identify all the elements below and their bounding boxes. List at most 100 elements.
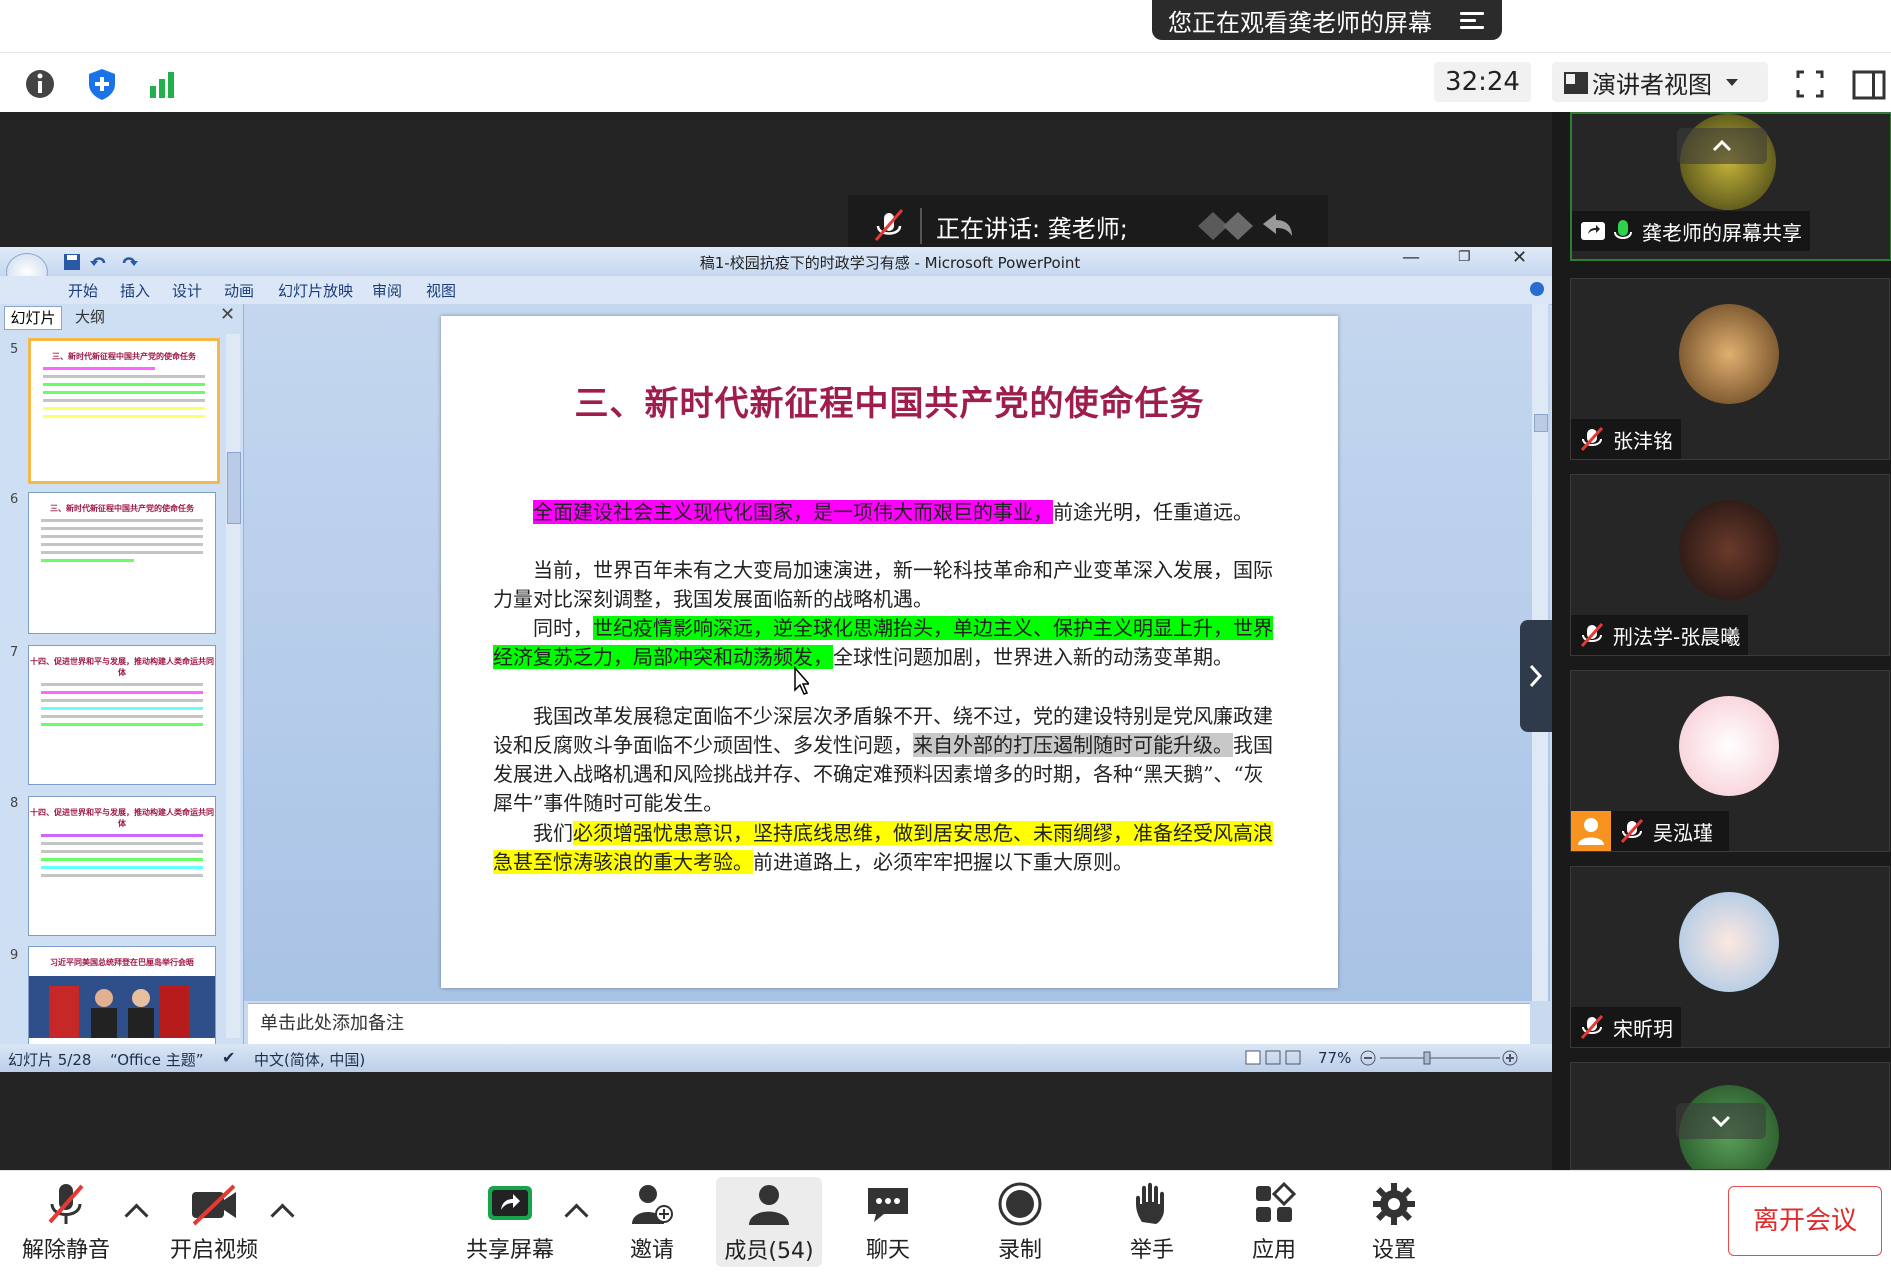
language-label: 中文(简体, 中国): [254, 1051, 366, 1069]
zoom-slider[interactable]: [1360, 1050, 1520, 1066]
mic-muted-icon: [1580, 426, 1604, 452]
slide-paragraph: 我国改革发展稳定面临不少深层次矛盾躲不开、绕不过，党的建设特别是党风廉政建设和反…: [493, 702, 1283, 818]
fullscreen-icon[interactable]: [1790, 64, 1830, 104]
thumbnail-number: 8: [10, 796, 19, 811]
collapse-sidebar-handle[interactable]: [1520, 620, 1552, 732]
paragraph-text: 我们: [533, 821, 573, 845]
scroll-down-button[interactable]: [1676, 1103, 1766, 1139]
thumbnail-title: 十四、促进世界和平与发展，推动构建人类命运共同体: [30, 808, 214, 828]
slide-thumbnail[interactable]: 习近平同美国总统拜登在巴厘岛举行会晤: [28, 946, 216, 1046]
start-video-button[interactable]: 开启视频: [162, 1170, 266, 1273]
participant-tile[interactable]: [1570, 1062, 1890, 1170]
avatar: [1679, 892, 1779, 992]
gear-icon: [1370, 1182, 1418, 1226]
participant-tile[interactable]: 吴泓瑾: [1570, 670, 1890, 852]
panel-close-icon[interactable]: ✕: [220, 304, 235, 325]
side-panel-toggle-icon[interactable]: [1850, 64, 1888, 104]
highlighted-text: 来自外部的打压遏制随时可能升级。: [913, 733, 1233, 757]
participant-tile[interactable]: 张沣铭: [1570, 278, 1890, 460]
paragraph-text: 前进道路上，必须牢牢把握以下重大原则。: [753, 850, 1133, 874]
slide-title: 三、新时代新征程中国共产党的使命任务: [574, 384, 1205, 424]
add-person-icon: [628, 1182, 676, 1226]
participant-label: 龚老师的屏幕共享: [1572, 211, 1810, 251]
settings-label: 设置: [1371, 1238, 1416, 1263]
participant-label: 刑法学-张晨曦: [1571, 615, 1749, 655]
tab-review[interactable]: 审阅: [372, 280, 402, 301]
speaking-text: 正在讲话: 龚老师;: [936, 214, 1128, 243]
hand-icon: [1128, 1182, 1176, 1226]
settings-button[interactable]: 设置: [1346, 1170, 1442, 1273]
restore-icon[interactable]: ❐: [1458, 249, 1471, 265]
participant-tile[interactable]: 宋昕玥: [1570, 866, 1890, 1048]
avatar: [1679, 696, 1779, 796]
leave-meeting-button[interactable]: 离开会议: [1728, 1186, 1882, 1256]
info-icon[interactable]: [20, 64, 60, 104]
tab-insert[interactable]: 插入: [120, 280, 150, 301]
annotation-tools-icon[interactable]: [1188, 206, 1308, 246]
menu-icon[interactable]: [1460, 8, 1484, 30]
viewing-text: 您正在观看龚老师的屏幕: [1168, 8, 1432, 37]
help-icon[interactable]: [1530, 282, 1544, 296]
mic-muted-icon: [1620, 818, 1644, 844]
unmute-button[interactable]: 解除静音: [18, 1170, 114, 1273]
spellcheck-icon[interactable]: ✔: [222, 1048, 235, 1067]
participant-name: 宋昕玥: [1613, 1016, 1673, 1041]
slide-thumbnail[interactable]: 三、新时代新征程中国共产党的使命任务: [28, 338, 220, 484]
participant-label: 宋昕玥: [1571, 1007, 1681, 1047]
security-shield-icon[interactable]: [82, 64, 122, 104]
window-controls[interactable]: — ❐ ✕: [1396, 247, 1552, 276]
participant-tile[interactable]: 龚老师的屏幕共享: [1570, 112, 1891, 261]
signal-stats-icon[interactable]: [142, 64, 182, 104]
invite-label: 邀请: [629, 1238, 674, 1263]
view-buttons[interactable]: [1244, 1048, 1302, 1068]
invite-button[interactable]: 邀请: [604, 1170, 700, 1273]
close-icon[interactable]: ✕: [1512, 247, 1527, 268]
current-slide[interactable]: 三、新时代新征程中国共产党的使命任务 全面建设社会主义现代化国家，是一项伟大而艰…: [441, 316, 1338, 988]
video-label: 开启视频: [169, 1238, 258, 1263]
slide-paragraph: 我们必须增强忧患意识，坚持底线思维，做到居安思危、未雨绸缪，准备经受风高浪急甚至…: [493, 819, 1283, 877]
minimize-icon[interactable]: —: [1402, 247, 1420, 268]
mic-muted-icon: [1580, 1014, 1604, 1040]
chat-button[interactable]: 聊天: [840, 1170, 936, 1273]
apps-button[interactable]: 应用: [1226, 1170, 1322, 1273]
speaker-view-icon: [1564, 72, 1588, 94]
zoom-level[interactable]: 77%: [1318, 1049, 1351, 1067]
thumbnail-title: 十四、促进世界和平与发展，推动构建人类命运共同体: [30, 657, 214, 677]
tab-design[interactable]: 设计: [172, 280, 202, 301]
share-screen-button[interactable]: 共享屏幕: [458, 1170, 562, 1273]
slide-thumbnail[interactable]: 十四、促进世界和平与发展，推动构建人类命运共同体: [28, 796, 216, 936]
participant-label: 张沣铭: [1571, 419, 1681, 459]
tab-view[interactable]: 视图: [426, 280, 456, 301]
record-label: 录制: [997, 1238, 1042, 1263]
notes-pane[interactable]: 单击此处添加备注: [248, 1003, 1530, 1044]
slide-paragraph: 全面建设社会主义现代化国家，是一项伟大而艰巨的事业，前途光明，任重道远。: [493, 498, 1283, 527]
unmute-label: 解除静音: [21, 1238, 110, 1263]
slide-thumbnail[interactable]: 三、新时代新征程中国共产党的使命任务: [28, 492, 216, 634]
scroll-up-button[interactable]: [1677, 128, 1767, 164]
theme-name: “Office 主题”: [110, 1051, 204, 1069]
video-off-icon: [190, 1182, 238, 1226]
members-button[interactable]: 成员(54): [716, 1177, 822, 1267]
thumbnail-title: 三、新时代新征程中国共产党的使命任务: [50, 504, 194, 513]
raise-hand-button[interactable]: 举手: [1104, 1170, 1200, 1273]
powerpoint-titlebar: 稿1-校园抗疫下的时政学习有感 - Microsoft PowerPoint —…: [0, 247, 1552, 291]
tab-slideshow[interactable]: 幻灯片放映: [278, 280, 353, 301]
tab-slides[interactable]: 幻灯片: [4, 306, 62, 330]
participant-label: 吴泓瑾: [1571, 811, 1729, 851]
thumbnail-title: 习近平同美国总统拜登在巴厘岛举行会晤: [50, 958, 194, 967]
tab-animation[interactable]: 动画: [224, 280, 254, 301]
participant-tile[interactable]: 刑法学-张晨曦: [1570, 474, 1890, 656]
apps-icon: [1250, 1181, 1298, 1226]
viewing-indicator[interactable]: 您正在观看龚老师的屏幕: [1152, 0, 1502, 40]
thumbnail-scrollbar[interactable]: [226, 334, 241, 1038]
participant-name: 刑法学-张晨曦: [1613, 624, 1741, 649]
slide-thumbnail[interactable]: 十四、促进世界和平与发展，推动构建人类命运共同体: [28, 645, 216, 785]
tab-outline[interactable]: 大纲: [62, 306, 118, 328]
participant-name: 龚老师的屏幕共享: [1642, 220, 1802, 245]
record-button[interactable]: 录制: [972, 1170, 1068, 1273]
participant-name: 张沣铭: [1613, 428, 1673, 453]
powerpoint-statusbar: 幻灯片 5/28 “Office 主题” ✔ 中文(简体, 中国) 77%: [0, 1044, 1552, 1072]
view-mode-dropdown[interactable]: 演讲者视图: [1552, 62, 1768, 102]
tab-home[interactable]: 开始: [68, 280, 98, 301]
view-mode-label: 演讲者视图: [1592, 70, 1712, 99]
